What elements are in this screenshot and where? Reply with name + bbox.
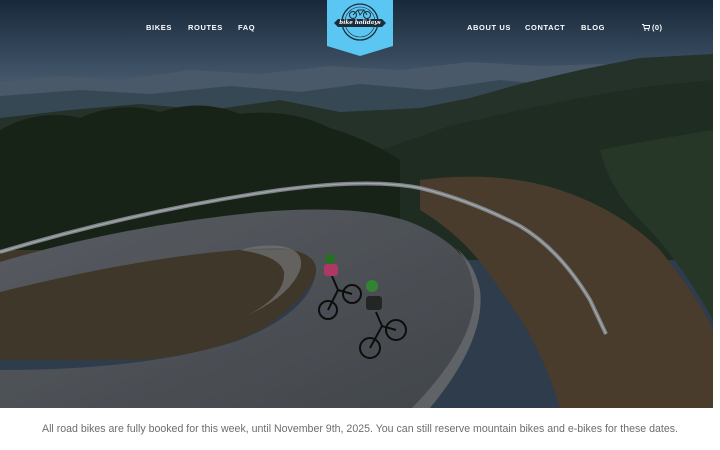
mountain-road-cyclists-photo xyxy=(0,0,713,408)
cart-count: (0) xyxy=(652,23,663,32)
nav-contact[interactable]: CONTACT xyxy=(525,23,565,32)
site-logo[interactable]: bike holidays xyxy=(327,0,393,56)
nav-bikes[interactable]: BIKES xyxy=(146,23,172,32)
nav-faq[interactable]: FAQ xyxy=(238,23,255,32)
booking-notice-text: All road bikes are fully booked for this… xyxy=(42,423,678,435)
hero-image: BIKES ROUTES FAQ bike holidays ABOUT US … xyxy=(0,0,713,408)
cart-icon xyxy=(642,24,650,31)
nav-routes[interactable]: ROUTES xyxy=(188,23,223,32)
nav-blog[interactable]: BLOG xyxy=(581,23,605,32)
logo-text: bike holidays xyxy=(339,20,381,26)
logo-badge xyxy=(327,0,393,56)
nav-about-us[interactable]: ABOUT US xyxy=(467,23,511,32)
cart-button[interactable]: (0) xyxy=(642,23,662,32)
booking-notice: All road bikes are fully booked for this… xyxy=(0,408,720,450)
